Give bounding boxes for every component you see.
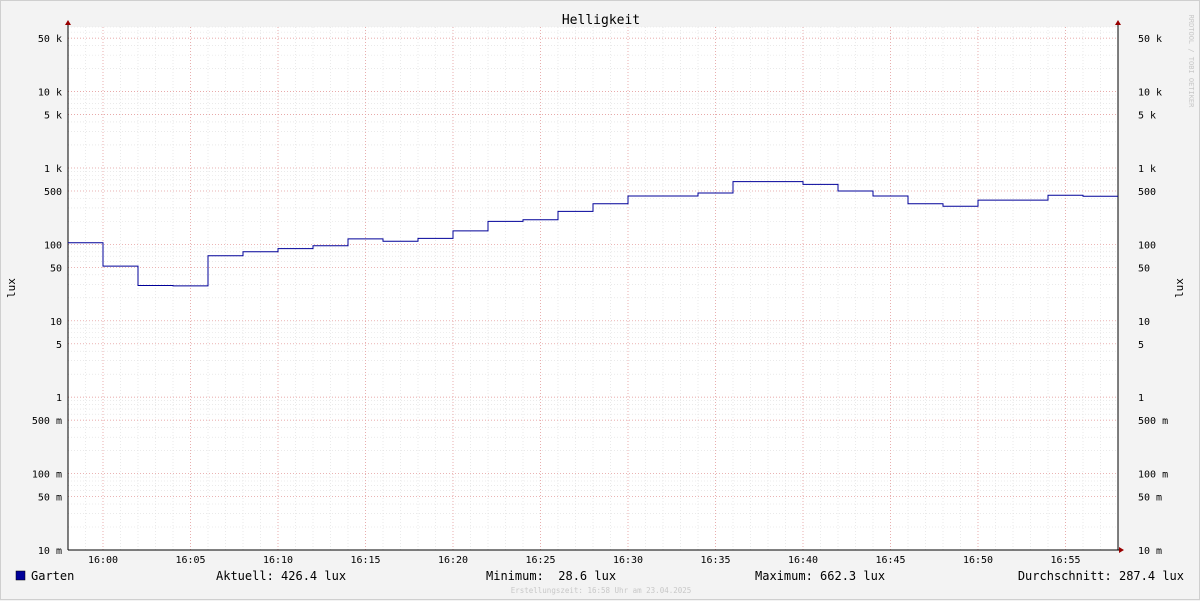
y-tick-label-right: 100 m [1138,470,1168,481]
y-axis-label-right: lux [1173,278,1186,298]
x-tick-label: 16:30 [613,555,643,566]
y-tick-label-left: 5 [56,340,62,351]
y-tick-label-left: 10 k [38,88,62,99]
y-tick-label-right: 1 k [1138,164,1156,175]
y-tick-label-left: 1 [56,393,62,404]
chart-title: Helligkeit [562,13,640,28]
y-tick-label-right: 5 [1138,340,1144,351]
y-tick-label-right: 50 k [1138,34,1162,45]
y-tick-label-right: 100 [1138,240,1156,251]
chart-svg: Helligkeit lux lux RRDTOOL / TOBI OETIKE… [5,13,1195,595]
y-tick-label-right: 50 m [1138,493,1162,504]
y-tick-label-left: 1 k [44,164,62,175]
y-tick-label-left: 100 [44,240,62,251]
legend-series-name: Garten [31,569,74,583]
legend-minimum: Minimum: 28.6 lux [486,569,616,583]
y-tick-label-right: 5 k [1138,111,1156,122]
y-tick-label-left: 500 [44,187,62,198]
legend: Garten Aktuell: 426.4 lux Minimum: 28.6 … [15,569,1184,583]
x-tick-label: 16:10 [263,555,293,566]
y-axis-label-left: lux [5,278,18,298]
x-tick-label: 16:20 [438,555,468,566]
legend-swatch-garten [15,570,26,581]
legend-average: Durchschnitt: 287.4 lux [1018,569,1184,583]
y-tick-label-right: 1 [1138,393,1144,404]
y-tick-label-right: 500 [1138,187,1156,198]
watermark: RRDTOOL / TOBI OETIKER [1187,15,1195,109]
chart-window: Helligkeit lux lux RRDTOOL / TOBI OETIKE… [0,0,1200,600]
y-tick-label-left: 10 m [38,546,62,557]
x-tick-label: 16:15 [350,555,380,566]
x-axis-arrow-icon [1119,547,1124,553]
y-axis-arrow-left-icon [65,20,71,25]
x-tick-label: 16:55 [1050,555,1080,566]
x-tick-label: 16:45 [875,555,905,566]
y-tick-label-left: 50 k [38,34,62,45]
x-tick-label: 16:25 [525,555,555,566]
x-tick-label: 16:40 [788,555,818,566]
y-tick-label-right: 50 [1138,263,1150,274]
legend-maximum: Maximum: 662.3 lux [755,569,885,583]
y-tick-label-left: 100 m [32,470,62,481]
y-tick-label-right: 10 m [1138,546,1162,557]
y-axis-arrow-right-icon [1115,20,1121,25]
legend-current: Aktuell: 426.4 lux [216,569,346,583]
y-tick-label-left: 50 [50,263,62,274]
y-tick-label-left: 500 m [32,416,62,427]
x-tick-label: 16:05 [175,555,205,566]
footer-timestamp: Erstellungszeit: 16:58 Uhr am 23.04.2025 [511,586,692,595]
x-tick-label: 16:50 [963,555,993,566]
x-tick-label: 16:00 [88,555,118,566]
y-tick-label-left: 50 m [38,493,62,504]
x-tick-label: 16:35 [700,555,730,566]
y-tick-label-right: 10 [1138,317,1150,328]
grid-layer [68,26,1118,551]
y-tick-label-left: 10 [50,317,62,328]
y-tick-label-left: 5 k [44,111,62,122]
y-tick-label-right: 10 k [1138,88,1162,99]
y-tick-label-right: 500 m [1138,416,1168,427]
